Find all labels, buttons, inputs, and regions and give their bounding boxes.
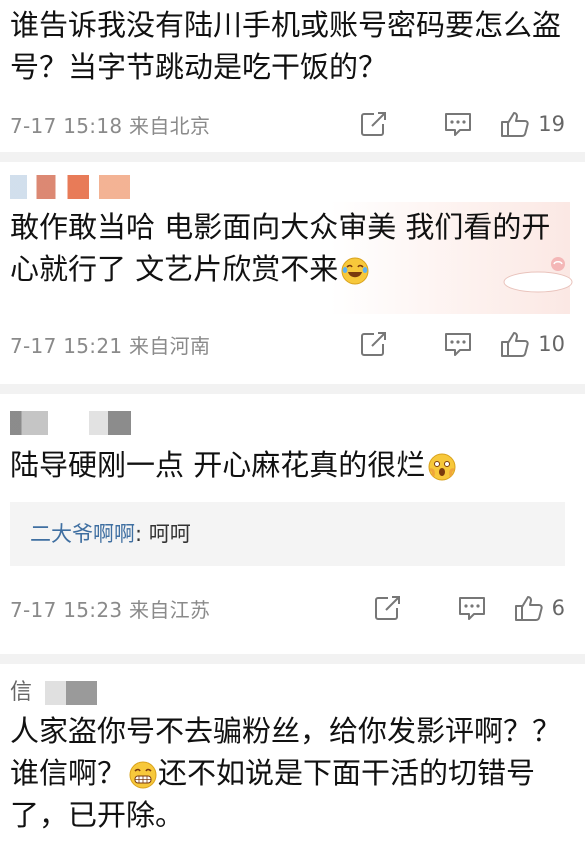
- comment-text: 敢作敢当哈 电影面向大众审美 我们看的开心就行了 文艺片欣赏不来: [10, 210, 551, 286]
- like-count: 6: [551, 596, 565, 620]
- comment-icon: [458, 597, 485, 620]
- reply-text: : 呵呵: [135, 522, 191, 546]
- like-count: 19: [538, 112, 565, 136]
- comment-button[interactable]: [416, 331, 500, 357]
- comment-meta: 7-17 15:18 来自北京 19: [10, 104, 575, 144]
- comment-icon: [445, 333, 472, 356]
- like-button[interactable]: 19: [500, 110, 565, 138]
- share-button[interactable]: [346, 595, 430, 621]
- comment-meta: 7-17 15:23 来自江苏 6: [10, 588, 575, 628]
- like-button[interactable]: 10: [500, 330, 565, 358]
- comment-4: 信 人家盗你号不去骗粉丝，给你发影评啊？？谁信啊？ 还不如说是下面干活的切错号了，…: [0, 664, 585, 844]
- comment-button[interactable]: [430, 595, 514, 621]
- comment-meta: 7-17 15:21 来自河南 10: [10, 324, 575, 364]
- thumbs-up-icon: [501, 332, 529, 357]
- scared-face-emoji: [428, 453, 456, 481]
- avatar: [10, 175, 130, 199]
- comment-3: 陆导硬刚一点 开心麻花真的很烂 二大爷啊啊: 呵呵 7-17 15:23 来自江…: [0, 394, 585, 654]
- comment-text: 人家盗你号不去骗粉丝，给你发影评啊？？谁信啊？ 还不如说是下面干活的切错号了，已开…: [10, 714, 562, 832]
- username[interactable]: 信: [10, 674, 98, 706]
- grin-emoji: [129, 761, 157, 789]
- comment-1: 谁告诉我没有陆川手机或账号密码要怎么盗号？当字节跳动是吃干饭的？ 7-17 15…: [0, 0, 585, 152]
- comment-actions: 19: [332, 104, 565, 144]
- share-icon: [374, 596, 400, 620]
- comment-text: 谁告诉我没有陆川手机或账号密码要怎么盗号？当字节跳动是吃干饭的？: [10, 8, 562, 84]
- share-button[interactable]: [332, 111, 416, 137]
- comment-text: 陆导硬刚一点 开心麻花真的很烂: [10, 444, 567, 486]
- comment-actions: 10: [332, 324, 565, 364]
- laughing-tears-emoji: [341, 257, 369, 285]
- comment-time: 7-17 15:23 来自江苏: [10, 597, 211, 622]
- separator: [0, 384, 585, 394]
- username[interactable]: [10, 174, 130, 199]
- comment-icon: [445, 113, 472, 136]
- comment-actions: 6: [346, 588, 565, 628]
- share-button[interactable]: [332, 331, 416, 357]
- like-count: 10: [538, 332, 565, 356]
- like-button[interactable]: 6: [514, 594, 565, 622]
- thumbs-up-icon: [514, 596, 543, 621]
- comment-button[interactable]: [416, 111, 500, 137]
- thumbs-up-icon: [501, 112, 529, 137]
- separator: [0, 152, 585, 162]
- reply-preview[interactable]: 二大爷啊啊: 呵呵: [10, 502, 565, 566]
- comment-2: 敢作敢当哈 电影面向大众审美 我们看的开心就行了 文艺片欣赏不来 7-17 15…: [0, 162, 585, 384]
- share-icon: [361, 112, 387, 136]
- avatar: [10, 411, 48, 435]
- avatar: [45, 681, 98, 705]
- username[interactable]: [10, 410, 131, 435]
- share-icon: [361, 332, 387, 356]
- comment-time: 7-17 15:21 来自河南: [10, 333, 211, 358]
- comment-time: 7-17 15:18 来自北京: [10, 113, 211, 138]
- separator: [0, 654, 585, 664]
- reply-username[interactable]: 二大爷啊啊: [30, 522, 135, 546]
